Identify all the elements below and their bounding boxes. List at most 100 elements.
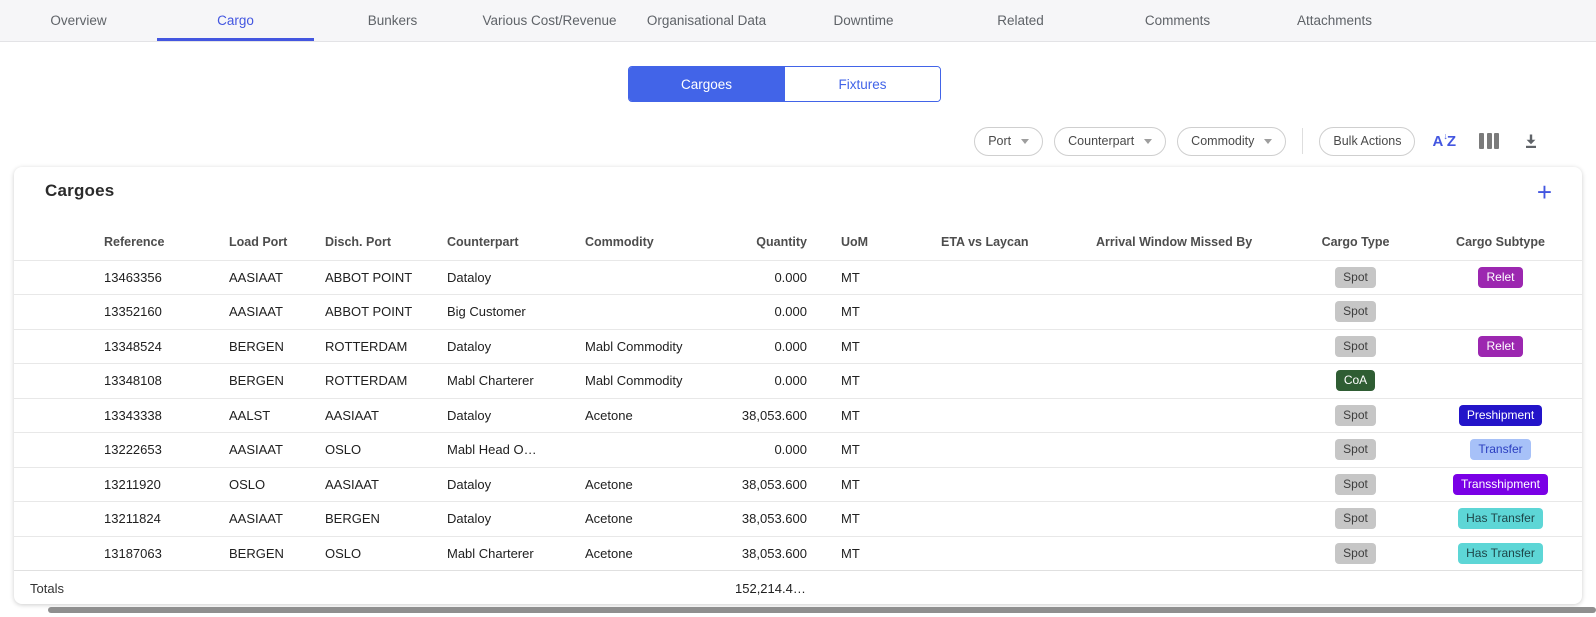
- cell-commodity: [585, 295, 735, 330]
- cell-cargo-subtype: Transfer: [1427, 433, 1582, 468]
- cell-arrival-window-missed-by: [1096, 364, 1292, 399]
- cell-quantity: 38,053.600: [735, 398, 841, 433]
- table-row[interactable]: 13463356AASIAATABBOT POINTDataloy0.000MT…: [14, 260, 1582, 295]
- commodity-filter-dropdown[interactable]: Commodity: [1177, 127, 1286, 156]
- cell-disch-port: ROTTERDAM: [325, 329, 447, 364]
- cell-commodity: Acetone: [585, 398, 735, 433]
- cell-quantity: 0.000: [735, 364, 841, 399]
- cargoes-table: ReferenceLoad PortDisch. PortCounterpart…: [14, 225, 1582, 604]
- cell-quantity: 0.000: [735, 329, 841, 364]
- cargoes-card: Cargoes + ReferenceLoad PortDisch. PortC…: [14, 167, 1582, 604]
- cell-arrival-window-missed-by: [1096, 295, 1292, 330]
- table-row[interactable]: 13187063BERGENOSLOMabl ChartererAcetone3…: [14, 536, 1582, 571]
- cell-eta-vs-laycan: [941, 329, 1096, 364]
- cell-reference: 13463356: [104, 260, 229, 295]
- cell-eta-vs-laycan: [941, 364, 1096, 399]
- cell-cargo-type: Spot: [1292, 502, 1427, 537]
- add-cargo-button[interactable]: +: [1537, 181, 1552, 203]
- cell-cargo-subtype: Preshipment: [1427, 398, 1582, 433]
- tab-overview[interactable]: Overview: [0, 0, 157, 41]
- cell-cargo-subtype: Relet: [1427, 329, 1582, 364]
- cell-counterpart: Dataloy: [447, 467, 585, 502]
- row-spacer: [14, 329, 104, 364]
- cell-arrival-window-missed-by: [1096, 260, 1292, 295]
- cell-eta-vs-laycan: [941, 502, 1096, 537]
- cargo-subtype-badge: Relet: [1478, 336, 1522, 357]
- column-header[interactable]: Disch. Port: [325, 225, 447, 260]
- table-row[interactable]: 13222653AASIAATOSLOMabl Head O…0.000MTSp…: [14, 433, 1582, 468]
- card-header: Cargoes +: [14, 167, 1582, 225]
- tab-related[interactable]: Related: [942, 0, 1099, 41]
- column-header[interactable]: Reference: [104, 225, 229, 260]
- cell-counterpart: Dataloy: [447, 329, 585, 364]
- tab-comments[interactable]: Comments: [1099, 0, 1256, 41]
- column-header[interactable]: Commodity: [585, 225, 735, 260]
- cell-arrival-window-missed-by: [1096, 398, 1292, 433]
- cell-uom: MT: [841, 260, 941, 295]
- cargo-type-badge: Spot: [1335, 474, 1376, 495]
- cargo-subtype-badge: Transfer: [1470, 439, 1530, 460]
- cell-cargo-subtype: [1427, 364, 1582, 399]
- cell-commodity: Acetone: [585, 502, 735, 537]
- cell-uom: MT: [841, 502, 941, 537]
- tab-attachments[interactable]: Attachments: [1256, 0, 1413, 41]
- column-header[interactable]: Quantity: [735, 225, 841, 260]
- row-spacer: [14, 364, 104, 399]
- cell-arrival-window-missed-by: [1096, 433, 1292, 468]
- row-spacer: [14, 433, 104, 468]
- cell-load-port: AASIAAT: [229, 260, 325, 295]
- cell-quantity: 0.000: [735, 295, 841, 330]
- cell-eta-vs-laycan: [941, 467, 1096, 502]
- sort-alphabetical-icon: A↓Z: [1432, 133, 1456, 150]
- cell-disch-port: AASIAAT: [325, 467, 447, 502]
- cell-disch-port: BERGEN: [325, 502, 447, 537]
- page-title: Cargoes: [45, 181, 114, 201]
- table-row[interactable]: 13211920OSLOAASIAATDataloyAcetone38,053.…: [14, 467, 1582, 502]
- cell-load-port: BERGEN: [229, 536, 325, 571]
- download-button[interactable]: [1516, 132, 1546, 150]
- cell-uom: MT: [841, 295, 941, 330]
- column-header[interactable]: UoM: [841, 225, 941, 260]
- totals-row: Totals 152,214.400: [14, 571, 1582, 605]
- table-row[interactable]: 13348108BERGENROTTERDAMMabl ChartererMab…: [14, 364, 1582, 399]
- cell-uom: MT: [841, 364, 941, 399]
- port-filter-label: Port: [988, 134, 1011, 148]
- counterpart-filter-dropdown[interactable]: Counterpart: [1054, 127, 1166, 156]
- cell-cargo-subtype: Transshipment: [1427, 467, 1582, 502]
- column-header[interactable]: ETA vs Laycan: [941, 225, 1096, 260]
- horizontal-scrollbar[interactable]: [48, 607, 1596, 613]
- tab-various-cost-revenue[interactable]: Various Cost/Revenue: [471, 0, 628, 41]
- tab-cargo[interactable]: Cargo: [157, 0, 314, 41]
- cell-arrival-window-missed-by: [1096, 502, 1292, 537]
- counterpart-filter-label: Counterpart: [1068, 134, 1134, 148]
- row-spacer: [14, 502, 104, 537]
- toggle-fixtures-button[interactable]: Fixtures: [784, 67, 940, 101]
- cell-cargo-type: Spot: [1292, 536, 1427, 571]
- bulk-actions-button[interactable]: Bulk Actions: [1319, 127, 1415, 156]
- table-row[interactable]: 13352160AASIAATABBOT POINTBig Customer0.…: [14, 295, 1582, 330]
- column-header[interactable]: Counterpart: [447, 225, 585, 260]
- cell-cargo-type: CoA: [1292, 364, 1427, 399]
- table-row[interactable]: 13348524BERGENROTTERDAMDataloyMabl Commo…: [14, 329, 1582, 364]
- port-filter-dropdown[interactable]: Port: [974, 127, 1043, 156]
- tab-bunkers[interactable]: Bunkers: [314, 0, 471, 41]
- cell-arrival-window-missed-by: [1096, 467, 1292, 502]
- column-header[interactable]: Arrival Window Missed By: [1096, 225, 1292, 260]
- toggle-cargoes-button[interactable]: Cargoes: [629, 67, 784, 101]
- column-header[interactable]: Cargo Subtype: [1427, 225, 1582, 260]
- columns-button[interactable]: [1473, 133, 1505, 149]
- cell-load-port: AASIAAT: [229, 502, 325, 537]
- column-header[interactable]: Load Port: [229, 225, 325, 260]
- sort-alphabetical-button[interactable]: A↓Z: [1426, 133, 1462, 150]
- table-row[interactable]: 13343338AALSTAASIAATDataloyAcetone38,053…: [14, 398, 1582, 433]
- tab-downtime[interactable]: Downtime: [785, 0, 942, 41]
- tab-organisational-data[interactable]: Organisational Data: [628, 0, 785, 41]
- column-header[interactable]: Cargo Type: [1292, 225, 1427, 260]
- cell-uom: MT: [841, 398, 941, 433]
- cell-reference: 13211824: [104, 502, 229, 537]
- totals-label: Totals: [14, 571, 735, 605]
- cell-counterpart: Mabl Charterer: [447, 364, 585, 399]
- cell-reference: 13352160: [104, 295, 229, 330]
- cargo-type-badge: Spot: [1335, 508, 1376, 529]
- table-row[interactable]: 13211824AASIAATBERGENDataloyAcetone38,05…: [14, 502, 1582, 537]
